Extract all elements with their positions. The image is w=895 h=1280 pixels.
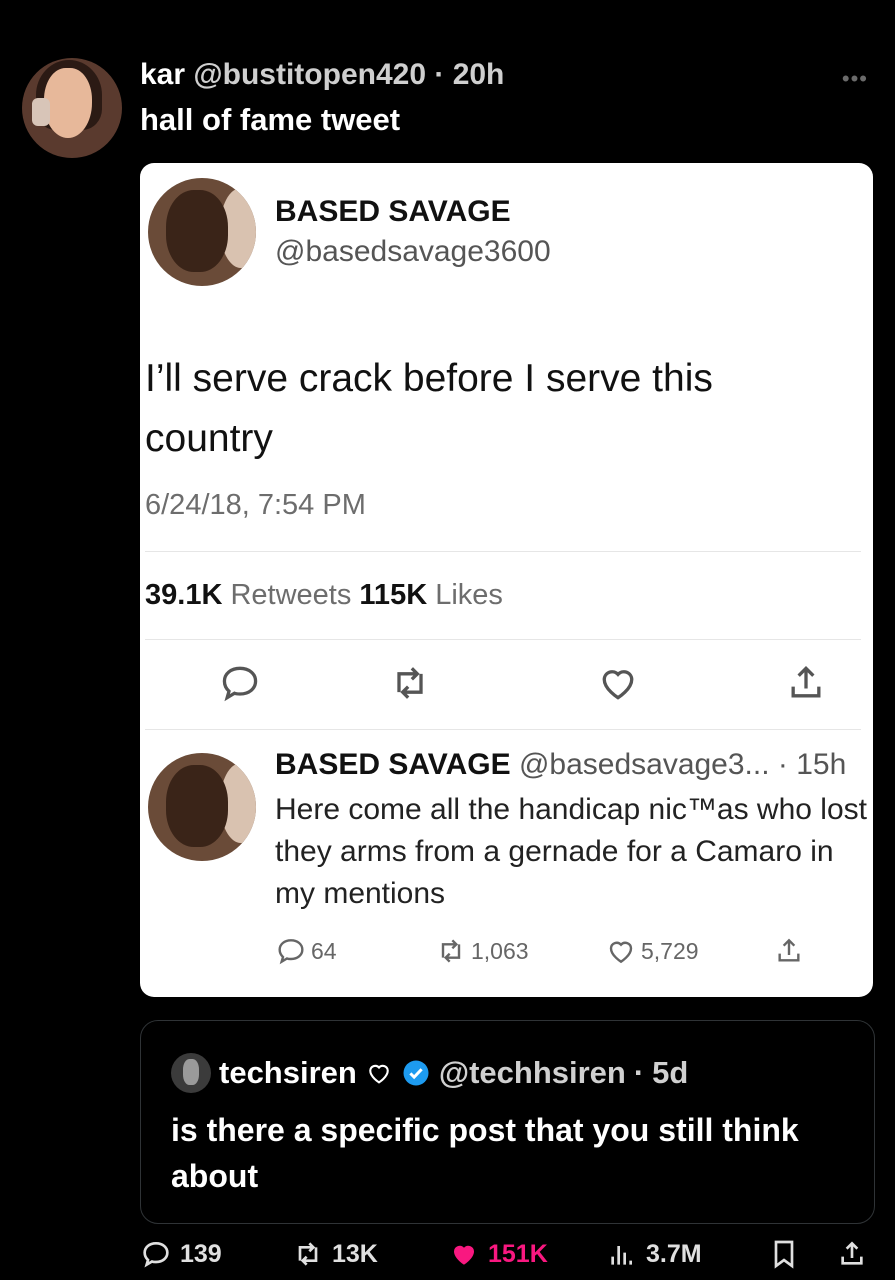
- reply-time: · 15h: [777, 748, 847, 781]
- like-button[interactable]: 151K: [448, 1238, 548, 1270]
- retweets-label: Retweets: [230, 579, 352, 611]
- author-handle[interactable]: @bustitopen420: [193, 58, 426, 91]
- quoted-author-avatar: [171, 1053, 211, 1093]
- share-icon: [841, 1241, 863, 1265]
- original-tweet-text: I’ll serve crack before I serve this cou…: [145, 357, 713, 460]
- post-caption: hall of fame tweet: [140, 102, 401, 137]
- repost-icon: [298, 1242, 318, 1266]
- author-line: kar @bustitopen420 · 20h: [140, 58, 505, 91]
- divider: [145, 729, 861, 730]
- reply-retweets: 1,063: [435, 935, 529, 967]
- reply-icon: [278, 939, 304, 965]
- like-count: 151K: [488, 1239, 548, 1268]
- quoted-post-header: techsiren @techhsiren · 5d: [171, 1053, 688, 1093]
- retweet-icon: [397, 667, 423, 699]
- retweet-icon: [441, 939, 461, 963]
- reply-likes: 5,729: [605, 935, 699, 967]
- repost-button[interactable]: 13K: [292, 1238, 378, 1270]
- embedded-tweet-screenshot[interactable]: BASED SAVAGE @basedsavage3600 I’ll serve…: [140, 163, 873, 997]
- verified-badge-icon: [403, 1060, 429, 1086]
- quoted-post-text: is there a specific post that you still …: [171, 1112, 799, 1194]
- retweets-count: 39.1K: [145, 579, 223, 611]
- heart-filled-icon: [454, 1245, 474, 1265]
- avatar-phone: [32, 98, 50, 126]
- original-author-handle: @basedsavage3600: [275, 235, 551, 268]
- divider: [145, 551, 861, 552]
- original-author-avatar: [148, 178, 256, 286]
- reply-retweets-count: 1,063: [471, 937, 529, 964]
- reply-share: [773, 935, 805, 967]
- reply-header: BASED SAVAGE @basedsavage3... · 15h: [275, 748, 846, 782]
- reply-count: 139: [180, 1239, 222, 1268]
- avatar-face: [166, 765, 228, 847]
- share-button[interactable]: [836, 1238, 868, 1270]
- share-icon: [778, 938, 800, 962]
- tweet-stats: 39.1K Retweets 115K Likes: [145, 579, 503, 612]
- reply-author-handle: @basedsavage3...: [518, 748, 770, 781]
- reply-icon: [143, 1241, 169, 1268]
- quoted-post[interactable]: techsiren @techhsiren · 5d is there a sp…: [140, 1020, 875, 1224]
- reply-replies-count: 64: [311, 937, 337, 964]
- quoted-author-handle: @techhsiren: [438, 1055, 626, 1090]
- reply-button[interactable]: 139: [140, 1238, 222, 1270]
- original-author-name: BASED SAVAGE: [275, 195, 511, 228]
- post-header: kar @bustitopen420 · 20h hall of fame tw…: [22, 58, 872, 168]
- author-avatar[interactable]: [22, 58, 122, 158]
- divider: [145, 639, 861, 640]
- reply-replies: 64: [275, 935, 337, 967]
- view-count: 3.7M: [646, 1239, 702, 1268]
- repost-count: 13K: [332, 1239, 378, 1268]
- post-action-bar: 139 13K 151K 3.7M: [140, 1238, 875, 1278]
- share-icon: [791, 665, 821, 698]
- likes-label: Likes: [435, 579, 503, 611]
- views-button[interactable]: 3.7M: [606, 1238, 702, 1270]
- reply-author-avatar: [148, 753, 256, 861]
- heart-outline-icon: [369, 1064, 389, 1084]
- reply-likes-count: 5,729: [641, 937, 699, 964]
- quoted-author-name: techsiren: [219, 1055, 357, 1090]
- likes-count: 115K: [359, 579, 428, 611]
- original-tweet-date: 6/24/18, 7:54 PM: [145, 489, 366, 521]
- original-actions-row: [140, 661, 873, 711]
- avatar-face: [44, 68, 92, 138]
- analytics-bars-icon: [611, 1246, 632, 1265]
- reply-author-name: BASED SAVAGE: [275, 748, 511, 781]
- author-name[interactable]: kar: [140, 58, 185, 91]
- quoted-post-time: 5d: [652, 1055, 689, 1090]
- heart-icon: [609, 941, 633, 964]
- post-time[interactable]: 20h: [453, 58, 505, 91]
- avatar-face: [166, 190, 228, 272]
- reply-icon: [222, 666, 258, 702]
- bookmark-button[interactable]: [768, 1238, 800, 1270]
- reply-text: Here come all the handicap niс™as who lo…: [275, 793, 867, 910]
- more-dots-icon[interactable]: •••: [842, 66, 868, 92]
- bookmark-icon: [774, 1240, 794, 1269]
- reply-actions: 64 1,063 5,729: [275, 935, 835, 975]
- heart-icon: [602, 670, 634, 700]
